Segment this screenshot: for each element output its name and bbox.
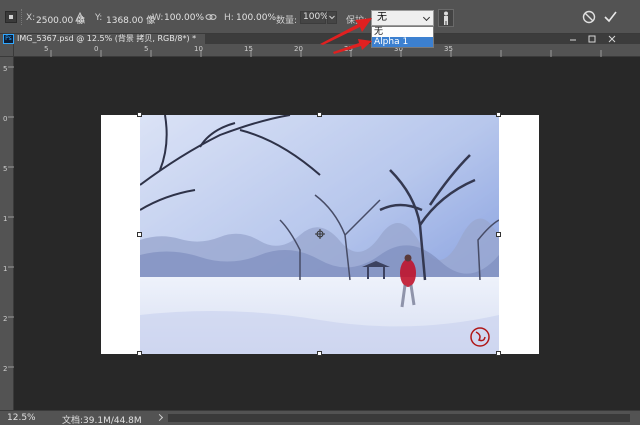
document-size-info: 文档:39.1M/44.8M	[62, 416, 142, 425]
ruler-label: 1	[3, 265, 8, 273]
link-icon[interactable]	[205, 13, 217, 21]
status-bar: 12.5% 文档:39.1M/44.8M	[0, 410, 640, 425]
ruler-label: 10	[194, 45, 203, 53]
vertical-ruler[interactable]: 5 0 5 1 1 2 2	[0, 57, 14, 410]
zoom-level[interactable]: 12.5%	[7, 413, 36, 423]
ruler-label: 2	[3, 315, 8, 323]
document-tab[interactable]: Ps IMG_5367.psd @ 12.5% (背景 拷贝, RGB/8*) …	[0, 34, 205, 44]
ruler-ticks	[8, 66, 14, 368]
h-field[interactable]: 100.00%	[236, 13, 276, 23]
protect-skin-tones-button[interactable]	[438, 9, 454, 27]
photoshop-icon: Ps	[3, 34, 14, 44]
y-label: Y:	[95, 13, 103, 23]
x-label: X:	[26, 13, 36, 23]
options-bar-grip[interactable]	[21, 9, 23, 25]
protect-option-none[interactable]: 无	[372, 27, 433, 37]
tool-preset-picker[interactable]	[5, 11, 17, 23]
protect-option-alpha1[interactable]: Alpha 1	[372, 37, 433, 47]
h-label: H:	[224, 13, 234, 23]
ruler-label: 0	[94, 45, 99, 53]
protect-select[interactable]: 无	[371, 10, 434, 26]
transform-handle[interactable]	[137, 351, 142, 356]
chevron-right-icon[interactable]	[155, 413, 164, 422]
ruler-origin[interactable]	[0, 44, 14, 57]
transform-handle[interactable]	[137, 232, 142, 237]
w-label: W:	[152, 13, 164, 23]
ruler-label: 5	[144, 45, 149, 53]
ruler-label: 5	[3, 165, 8, 173]
w-field[interactable]: 100.00%	[164, 13, 204, 23]
y-field[interactable]: 1368.00 像	[106, 13, 155, 26]
maximize-icon[interactable]	[585, 34, 599, 44]
transform-handle[interactable]	[317, 351, 322, 356]
transform-handle[interactable]	[137, 112, 142, 117]
ruler-label: 2	[3, 365, 8, 373]
annotation-arrow-icon	[333, 39, 372, 54]
chevron-down-icon	[422, 13, 431, 22]
horizontal-scrollbar[interactable]	[168, 414, 630, 422]
close-icon[interactable]	[605, 34, 619, 44]
commit-transform-icon[interactable]	[603, 9, 618, 24]
ruler-label: 0	[3, 115, 8, 123]
document-tab-title: IMG_5367.psd @ 12.5% (背景 拷贝, RGB/8*) *	[17, 34, 197, 43]
transform-handle[interactable]	[496, 232, 501, 237]
minimize-icon[interactable]	[566, 34, 580, 44]
ruler-label: 5	[44, 45, 49, 53]
ruler-label: 35	[444, 45, 453, 53]
transform-handle[interactable]	[496, 112, 501, 117]
cancel-transform-icon[interactable]	[582, 10, 596, 24]
transform-handle[interactable]	[496, 351, 501, 356]
ruler-label: 15	[244, 45, 253, 53]
ruler-label: 20	[294, 45, 303, 53]
transform-center-icon[interactable]	[315, 229, 325, 239]
transform-handle[interactable]	[317, 112, 322, 117]
person-icon	[444, 11, 448, 25]
protect-select-value: 无	[377, 12, 387, 23]
protect-dropdown-list: 无 Alpha 1	[371, 26, 434, 48]
ruler-label: 5	[3, 65, 8, 73]
reference-point-icon[interactable]	[75, 12, 85, 22]
amount-label: 数量:	[276, 16, 298, 26]
ruler-label: 1	[3, 215, 8, 223]
